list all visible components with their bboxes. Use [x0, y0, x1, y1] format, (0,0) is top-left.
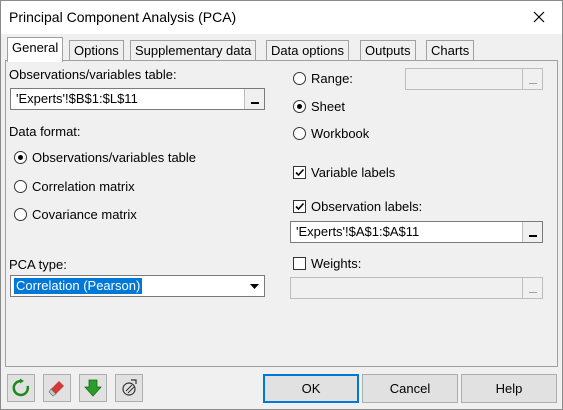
observation-labels-checkbox[interactable]	[293, 200, 306, 213]
radio-sheet-label[interactable]: Sheet	[311, 99, 345, 114]
move-down-button[interactable]	[79, 374, 107, 402]
hide-options-icon	[122, 379, 137, 396]
reset-button[interactable]	[7, 374, 35, 402]
close-icon	[533, 11, 545, 23]
pca-type-label: PCA type:	[9, 257, 67, 272]
radio-range-label[interactable]: Range:	[311, 71, 353, 86]
pca-type-select[interactable]: Correlation (Pearson)	[10, 275, 265, 297]
hide-options-button[interactable]	[115, 374, 143, 402]
dialog-footer: OK Cancel Help	[1, 367, 562, 409]
cancel-button[interactable]: Cancel	[362, 374, 458, 403]
help-button[interactable]: Help	[461, 374, 557, 403]
range-select-button[interactable]	[522, 69, 542, 89]
observations-table-input[interactable]: 'Experts'!$B$1:$L$11	[10, 88, 265, 110]
variable-labels-label[interactable]: Variable labels	[311, 165, 395, 180]
pca-type-value: Correlation (Pearson)	[14, 278, 143, 294]
weights-input[interactable]	[290, 277, 543, 299]
observations-table-select-button[interactable]	[244, 89, 264, 109]
checkmark-icon	[295, 168, 305, 177]
tab-supplementary-data[interactable]: Supplementary data	[130, 40, 257, 61]
radio-workbook[interactable]	[293, 127, 306, 140]
range-input[interactable]	[405, 68, 543, 90]
data-format-label: Data format:	[9, 124, 81, 139]
close-button[interactable]	[516, 1, 562, 33]
observations-table-value: 'Experts'!$B$1:$L$11	[16, 91, 138, 106]
radio-covariance-matrix-label[interactable]: Covariance matrix	[32, 207, 137, 222]
dropdown-arrow-icon[interactable]	[244, 276, 264, 296]
tab-outputs[interactable]: Outputs	[360, 40, 416, 61]
radio-sheet[interactable]	[293, 100, 306, 113]
clear-selections-button[interactable]	[43, 374, 71, 402]
tab-general[interactable]: General	[7, 37, 64, 62]
radio-observations-variables-table[interactable]	[14, 151, 27, 164]
observation-labels-input[interactable]: 'Experts'!$A$1:$A$11	[290, 221, 543, 243]
reset-icon	[12, 378, 30, 397]
checkmark-icon	[295, 202, 305, 211]
weights-select-button[interactable]	[522, 278, 542, 298]
radio-correlation-matrix[interactable]	[14, 180, 27, 193]
ellipsis-icon	[528, 83, 537, 84]
radio-correlation-matrix-label[interactable]: Correlation matrix	[32, 179, 135, 194]
observation-labels-label[interactable]: Observation labels:	[311, 199, 422, 214]
title-bar: Principal Component Analysis (PCA)	[1, 1, 562, 34]
tab-charts[interactable]: Charts	[426, 40, 475, 61]
observations-table-label: Observations/variables table:	[9, 67, 177, 82]
ellipsis-icon	[528, 292, 537, 293]
radio-observations-variables-table-label[interactable]: Observations/variables table	[32, 150, 196, 165]
pca-dialog: Principal Component Analysis (PCA) Gener…	[0, 0, 563, 410]
radio-range[interactable]	[293, 72, 306, 85]
tab-options[interactable]: Options	[69, 40, 124, 61]
tab-strip: General Options Supplementary data Data …	[5, 37, 558, 62]
observation-labels-select-button[interactable]	[522, 222, 542, 242]
observation-labels-value: 'Experts'!$A$1:$A$11	[296, 224, 420, 239]
eraser-icon	[48, 381, 64, 397]
down-arrow-icon	[84, 379, 102, 397]
weights-label[interactable]: Weights:	[311, 256, 361, 271]
general-panel: Observations/variables table: 'Experts'!…	[5, 60, 558, 367]
radio-workbook-label[interactable]: Workbook	[311, 126, 369, 141]
weights-checkbox[interactable]	[293, 257, 306, 270]
ellipsis-icon	[528, 235, 537, 237]
variable-labels-checkbox[interactable]	[293, 166, 306, 179]
ellipsis-icon	[250, 102, 259, 104]
window-title: Principal Component Analysis (PCA)	[9, 9, 237, 25]
radio-covariance-matrix[interactable]	[14, 208, 27, 221]
tab-data-options[interactable]: Data options	[266, 40, 349, 61]
ok-button[interactable]: OK	[263, 374, 359, 403]
